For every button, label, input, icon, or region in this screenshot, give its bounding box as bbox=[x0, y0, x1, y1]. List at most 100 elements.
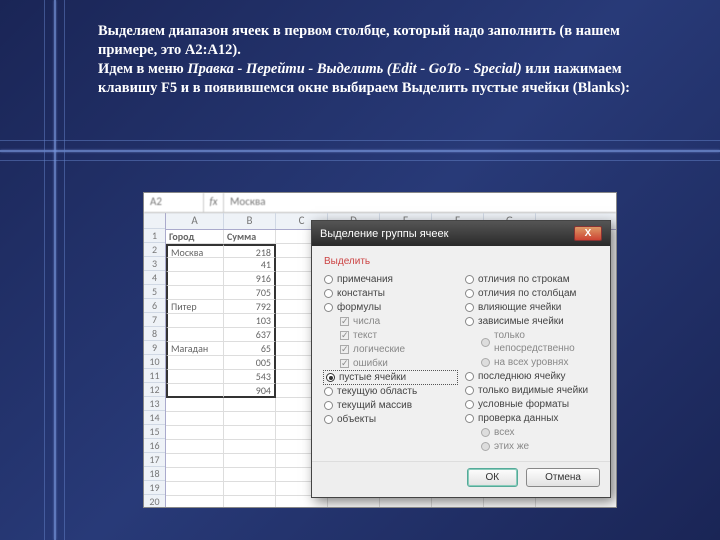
cancel-button[interactable]: Отмена bbox=[526, 468, 600, 487]
option-label: только непосредственно bbox=[494, 329, 598, 355]
row-header[interactable]: 1 bbox=[144, 229, 165, 243]
radio-icon bbox=[481, 428, 490, 437]
cell[interactable] bbox=[224, 440, 276, 454]
cell[interactable] bbox=[166, 384, 224, 398]
row-header[interactable]: 9 bbox=[144, 341, 165, 355]
option-radio[interactable]: отличия по строкам bbox=[465, 273, 598, 286]
cell[interactable]: 705 bbox=[224, 286, 276, 300]
cell[interactable]: Город bbox=[166, 230, 224, 244]
radio-icon bbox=[324, 415, 333, 424]
option-radio[interactable]: константы bbox=[324, 287, 457, 300]
col-header-A[interactable]: A bbox=[166, 213, 224, 229]
dialog-title: Выделение группы ячеек bbox=[320, 228, 448, 240]
cell[interactable] bbox=[166, 328, 224, 342]
option-label: зависимые ячейки bbox=[478, 315, 564, 328]
row-header[interactable]: 5 bbox=[144, 285, 165, 299]
cell[interactable] bbox=[166, 412, 224, 426]
option-label: числа bbox=[353, 315, 380, 328]
option-radio[interactable]: отличия по столбцам bbox=[465, 287, 598, 300]
cell[interactable] bbox=[224, 496, 276, 508]
radio-icon bbox=[481, 358, 490, 367]
radio-icon bbox=[324, 275, 333, 284]
cell[interactable] bbox=[166, 258, 224, 272]
cell[interactable] bbox=[166, 272, 224, 286]
cell[interactable] bbox=[224, 412, 276, 426]
row-header[interactable]: 15 bbox=[144, 425, 165, 439]
row-header[interactable]: 3 bbox=[144, 257, 165, 271]
option-radio[interactable]: примечания bbox=[324, 273, 457, 286]
cell[interactable]: Москва bbox=[166, 244, 224, 258]
cell[interactable] bbox=[166, 426, 224, 440]
cell[interactable]: 65 bbox=[224, 342, 276, 356]
row-header[interactable]: 2 bbox=[144, 243, 165, 257]
radio-icon bbox=[465, 289, 474, 298]
close-icon[interactable]: X bbox=[574, 226, 602, 241]
cell[interactable]: 792 bbox=[224, 300, 276, 314]
fx-icon[interactable]: fx bbox=[204, 193, 224, 212]
option-label: отличия по строкам bbox=[478, 273, 570, 286]
cell[interactable] bbox=[224, 468, 276, 482]
cell[interactable]: 543 bbox=[224, 370, 276, 384]
radio-icon bbox=[465, 400, 474, 409]
cell[interactable]: 637 bbox=[224, 328, 276, 342]
ok-button[interactable]: ОК bbox=[467, 468, 519, 487]
row-header[interactable]: 4 bbox=[144, 271, 165, 285]
radio-icon bbox=[465, 275, 474, 284]
goto-special-dialog: Выделение группы ячеек X Выделить примеч… bbox=[311, 220, 611, 498]
cell[interactable] bbox=[166, 496, 224, 508]
row-header[interactable]: 20 bbox=[144, 495, 165, 508]
option-check: текст bbox=[324, 329, 457, 342]
cell[interactable]: 218 bbox=[224, 244, 276, 258]
option-label: проверка данных bbox=[478, 412, 558, 425]
row-header[interactable]: 16 bbox=[144, 439, 165, 453]
cell[interactable] bbox=[166, 286, 224, 300]
option-radio[interactable]: условные форматы bbox=[465, 398, 598, 411]
row-header[interactable]: 7 bbox=[144, 313, 165, 327]
row-header[interactable]: 6 bbox=[144, 299, 165, 313]
cell[interactable]: 41 bbox=[224, 258, 276, 272]
cell[interactable] bbox=[224, 426, 276, 440]
formula-input[interactable]: Москва bbox=[224, 193, 616, 212]
radio-icon bbox=[465, 317, 474, 326]
row-header[interactable]: 19 bbox=[144, 481, 165, 495]
cell[interactable] bbox=[166, 398, 224, 412]
name-box[interactable]: A2 bbox=[144, 193, 204, 212]
option-radio[interactable]: объекты bbox=[324, 413, 457, 426]
row-header[interactable]: 13 bbox=[144, 397, 165, 411]
cell[interactable]: Сумма bbox=[224, 230, 276, 244]
cell[interactable] bbox=[166, 370, 224, 384]
option-radio[interactable]: влияющие ячейки bbox=[465, 301, 598, 314]
cell[interactable]: Магадан bbox=[166, 342, 224, 356]
row-header[interactable]: 8 bbox=[144, 327, 165, 341]
cell[interactable] bbox=[224, 454, 276, 468]
cell[interactable] bbox=[166, 440, 224, 454]
option-radio[interactable]: проверка данных bbox=[465, 412, 598, 425]
cell[interactable] bbox=[166, 314, 224, 328]
col-header-B[interactable]: B bbox=[224, 213, 276, 229]
row-header[interactable]: 17 bbox=[144, 453, 165, 467]
option-radio[interactable]: последнюю ячейку bbox=[465, 370, 598, 383]
option-radio[interactable]: пустые ячейки bbox=[324, 371, 457, 384]
cell[interactable] bbox=[166, 454, 224, 468]
cell[interactable] bbox=[224, 398, 276, 412]
option-radio[interactable]: формулы bbox=[324, 301, 457, 314]
cell[interactable] bbox=[224, 482, 276, 496]
row-header[interactable]: 12 bbox=[144, 383, 165, 397]
cell[interactable]: 103 bbox=[224, 314, 276, 328]
cell[interactable]: 916 bbox=[224, 272, 276, 286]
option-label: ошибки bbox=[353, 357, 388, 370]
row-header[interactable]: 11 bbox=[144, 369, 165, 383]
option-radio[interactable]: зависимые ячейки bbox=[465, 315, 598, 328]
cell[interactable] bbox=[166, 482, 224, 496]
row-header[interactable]: 18 bbox=[144, 467, 165, 481]
option-radio[interactable]: текущую область bbox=[324, 385, 457, 398]
cell[interactable] bbox=[166, 468, 224, 482]
row-header[interactable]: 10 bbox=[144, 355, 165, 369]
cell[interactable]: 904 bbox=[224, 384, 276, 398]
row-header[interactable]: 14 bbox=[144, 411, 165, 425]
cell[interactable]: 005 bbox=[224, 356, 276, 370]
cell[interactable] bbox=[166, 356, 224, 370]
cell[interactable]: Питер bbox=[166, 300, 224, 314]
option-radio[interactable]: текущий массив bbox=[324, 399, 457, 412]
option-radio[interactable]: только видимые ячейки bbox=[465, 384, 598, 397]
